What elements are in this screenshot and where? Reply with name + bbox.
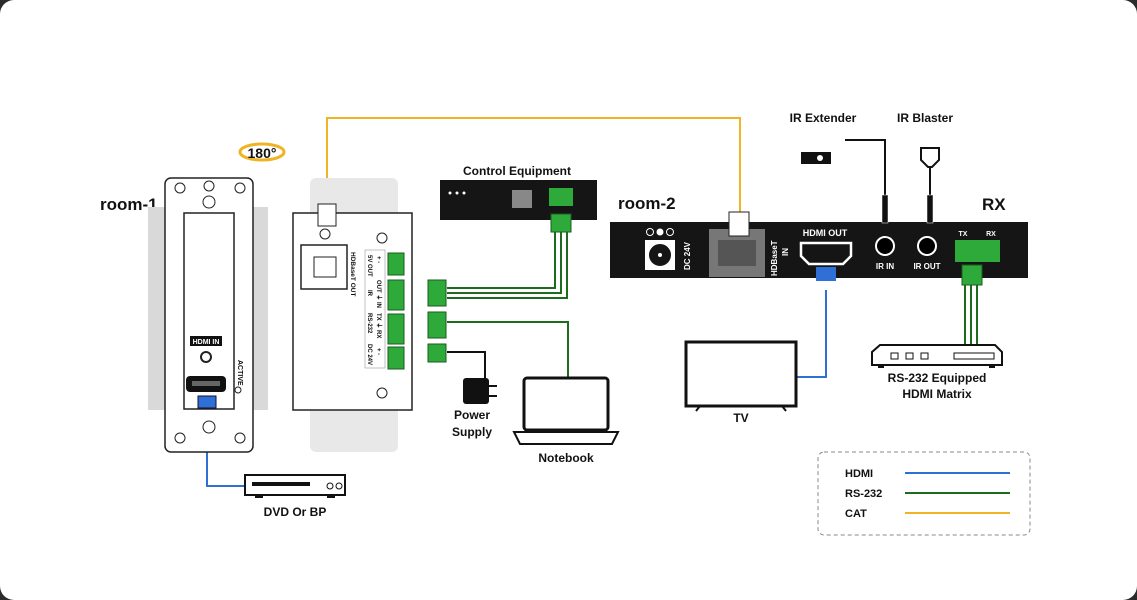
svg-text:TX ⏚ RX: TX ⏚ RX [375,313,382,338]
svg-text:OUT ⏚ IN: OUT ⏚ IN [375,280,382,308]
room2-label: room-2 [618,194,676,213]
legend-cat-label: CAT [845,508,867,520]
rs232-cable-matrix [964,285,978,345]
tx-module-back [292,212,413,411]
svg-text:IR: IR [366,290,372,297]
svg-text:DC 24V: DC 24V [366,344,372,365]
ir-in-port[interactable] [875,236,895,256]
ir-in-label: IR IN [876,262,894,271]
ir-blaster-label: IR Blaster [897,111,953,125]
svg-text:180°: 180° [248,145,277,161]
hdmi-in-label: HDMI IN [193,339,220,346]
dc24v-label: DC 24V [683,241,692,270]
rx-pin-label: RX [986,231,996,238]
tx-pin-label: TX [959,231,968,238]
legend: HDMI RS-232 CAT [817,451,1031,536]
cat-plug [317,203,337,227]
rx-hdmi-plug-blue [816,267,836,281]
power-supply-label-2: Supply [452,425,492,439]
hdbaset-out-port[interactable] [300,244,348,290]
svg-text:5V OUT: 5V OUT [366,255,372,277]
tv-icon [684,340,798,412]
dvd-label: DVD Or BP [264,505,327,519]
power-cable [447,351,486,378]
notebook-label: Notebook [538,451,594,465]
svg-text:+ -: + - [375,348,381,355]
matrix-label-2: HDMI Matrix [902,387,972,401]
ir-out-label: IR OUT [913,262,940,271]
hdmi-matrix-icon [871,344,1003,368]
diagram-canvas: room-1 HDMI IN ACTIVE 180° HDBaseT OUT 5… [0,0,1137,600]
connector-plugs [427,279,447,363]
ir-extender-cable [845,139,886,195]
connection-diagram: room-1 HDMI IN ACTIVE 180° HDBaseT OUT 5… [100,111,1031,536]
ir-blaster-icon [920,147,940,168]
ir-extender-label: IR Extender [790,111,857,125]
rx-terminal-block[interactable] [955,240,1000,262]
svg-text:RS-232: RS-232 [366,313,372,334]
notebook-icon [512,376,620,445]
rx-label: RX [982,195,1006,214]
rotate-180-icon: 180° [238,142,286,162]
ir-out-port[interactable] [917,236,937,256]
dvd-player-icon [244,474,346,498]
hdmi-out-port[interactable] [799,241,853,266]
rs232-cable-notebook [447,321,569,378]
rx-cat-plug [728,211,750,237]
legend-hdmi-label: HDMI [845,468,873,480]
tv-label: TV [733,411,748,425]
hdmi-cable-tv [797,290,827,378]
rs232-cable-control [447,232,568,299]
power-supply-icon [463,378,497,404]
hdbaset-out-label: HDBaseT OUT [349,252,356,296]
hdmi-plug-blue [197,395,217,409]
control-equipment-label: Control Equipment [463,164,571,178]
control-terminal[interactable] [549,188,573,206]
hdbaset-in-label-1: HDBaseT [770,240,779,276]
legend-rs232-label: RS-232 [845,488,882,500]
hdmi-out-label: HDMI OUT [803,228,848,238]
hdbaset-in-label-2: IN [781,248,790,256]
power-supply-label-1: Power [454,408,490,422]
ir-extender-icon [801,152,831,164]
active-label: ACTIVE [236,360,243,386]
svg-text:+ -: + - [375,256,381,263]
matrix-label-1: RS-232 Equipped [888,371,987,385]
